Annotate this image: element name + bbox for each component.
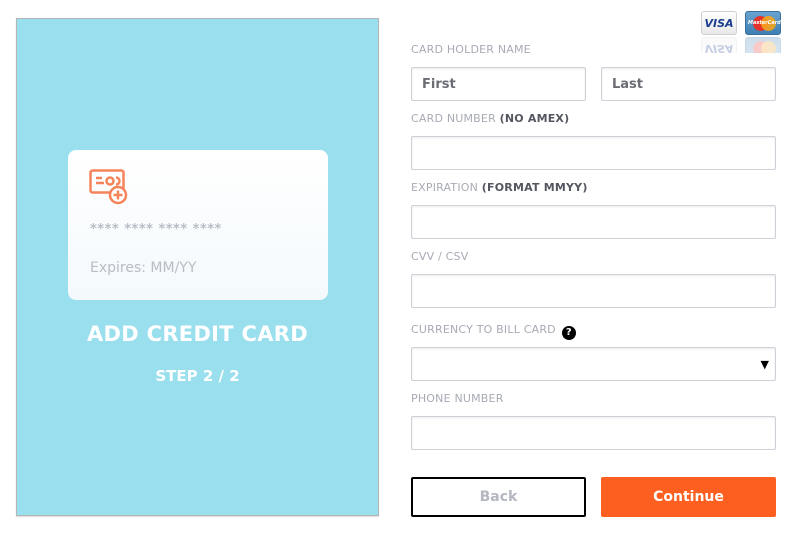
card-holder-label: CARD HOLDER NAME <box>411 43 531 56</box>
expiration-note: (FORMAT MMYY) <box>481 181 588 194</box>
currency-label: CURRENCY TO BILL CARD? <box>411 323 576 340</box>
visa-logo-reflection: VISA <box>701 37 737 53</box>
step-indicator: STEP 2 / 2 <box>155 367 240 385</box>
first-name-input[interactable] <box>411 67 586 101</box>
card-expires-text: Expires: MM/YY <box>90 260 197 276</box>
last-name-input[interactable] <box>601 67 776 101</box>
expiration-input[interactable] <box>411 205 776 239</box>
visa-logo-icon: VISA <box>701 11 737 35</box>
card-number-note: (NO AMEX) <box>499 112 570 125</box>
panel-title: ADD CREDIT CARD <box>86 322 308 346</box>
card-number-mask: **** **** **** **** <box>90 222 222 237</box>
credit-card-add-icon <box>89 169 128 205</box>
continue-button[interactable]: Continue <box>601 477 776 517</box>
card-number-input[interactable] <box>411 136 776 170</box>
card-preview: **** **** **** **** Expires: MM/YY <box>68 150 328 300</box>
card-number-label: CARD NUMBER (NO AMEX) <box>411 112 570 125</box>
cvv-label: CVV / CSV <box>411 250 469 263</box>
mastercard-logo-reflection <box>745 37 781 53</box>
help-icon[interactable]: ? <box>561 326 576 340</box>
cvv-input[interactable] <box>411 274 776 308</box>
card-brand-logos: VISA MasterCard VISA <box>701 11 783 55</box>
add-card-panel: **** **** **** **** Expires: MM/YY ADD C… <box>16 18 379 516</box>
phone-input[interactable] <box>411 416 776 450</box>
expiration-label: EXPIRATION (FORMAT MMYY) <box>411 181 588 194</box>
currency-select[interactable]: ▼ <box>411 347 776 381</box>
back-button[interactable]: Back <box>411 477 586 517</box>
phone-label: PHONE NUMBER <box>411 392 504 405</box>
dropdown-arrow-icon: ▼ <box>760 358 769 371</box>
mastercard-logo-icon: MasterCard <box>745 11 781 35</box>
